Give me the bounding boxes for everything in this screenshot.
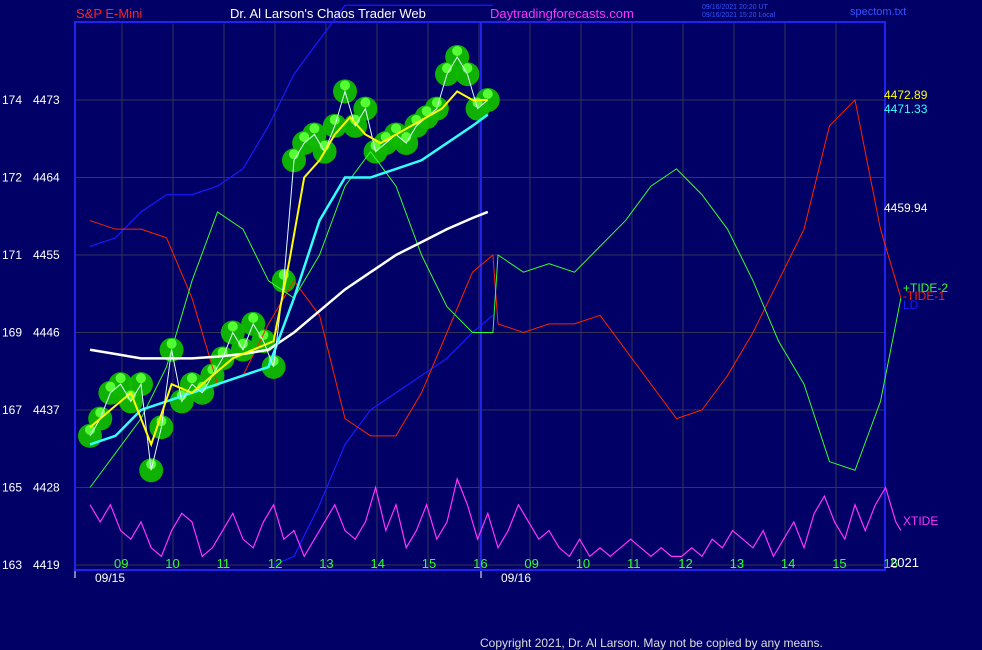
x-tick-label: 16 [473,556,487,571]
x-tick-label: 13 [319,556,333,571]
timestamp-ut: 09/16/2021 20:20 UT [702,4,768,11]
x-tick-label: 11 [627,556,641,571]
x-tick-label: 09 [114,556,128,571]
glow-highlight [482,89,493,99]
x-tick-label: 14 [371,556,385,571]
glow-highlight [227,321,238,332]
glow-highlight [360,97,371,108]
legend-label: XTIDE [903,514,938,528]
glow-highlight [452,45,463,56]
x-tick-label: 09 [524,556,538,571]
y-tick-price: 4437 [33,403,60,417]
y-tick-left: 163 [2,558,22,572]
glow-highlight [329,114,340,125]
y-tick-price: 4455 [33,248,60,262]
glow-highlight [309,123,320,134]
y-tick-left: 171 [2,248,22,262]
x-tick-label: 10 [576,556,590,571]
y-tick-price: 4428 [33,481,60,495]
x-tick-label: 15 [832,556,846,571]
right-value-label: 4459.94 [884,201,928,215]
symbol-title: S&P E-Mini [76,6,142,21]
glow-highlight [187,373,197,384]
y-tick-left: 172 [2,171,22,185]
glow-highlight [115,373,126,384]
author-title: Dr. Al Larson's Chaos Trader Web [230,6,426,21]
x-tick-label: 12 [678,556,692,571]
glow-highlight [431,97,442,108]
y-tick-price: 4473 [33,93,60,107]
date-label: 09/16 [501,571,531,585]
y-tick-price: 4464 [33,171,60,185]
x-tick-label: 15 [422,556,436,571]
x-tick-label: 11 [217,556,231,571]
glow-highlight [248,312,259,323]
data-file-name: spectom.txt [850,6,906,18]
right-value-label: 4471.33 [884,102,928,116]
glow-highlight [166,338,177,349]
right-value-label: 4472.89 [884,88,928,102]
x-tick-label: 13 [730,556,744,571]
glow-highlight [136,373,146,384]
y-tick-left: 169 [2,326,22,340]
y-tick-left: 165 [2,481,22,495]
y-tick-price: 4446 [33,326,60,340]
copyright-notice: Copyright 2021, Dr. Al Larson. May not b… [480,636,823,650]
timestamp-local: 09/16/2021 15:20 Local [702,12,776,19]
x-tick-label: 12 [268,556,282,571]
x-tick-label: 14 [781,556,795,571]
y-tick-left: 167 [2,403,22,417]
x-tick-label: 10 [165,556,179,571]
y-tick-left: 174 [2,93,22,107]
glow-highlight [340,80,350,91]
legend-label: LD [903,298,919,312]
site-link[interactable]: Daytradingforecasts.com [490,6,634,21]
y-tick-price: 4419 [33,558,60,572]
date-label: 09/15 [95,571,125,585]
x-axis-year: 2021 [890,555,919,570]
chart-canvas: 163 4419 165 4428 167 4437 169 4446 171 4455 172 44… [0,0,982,650]
